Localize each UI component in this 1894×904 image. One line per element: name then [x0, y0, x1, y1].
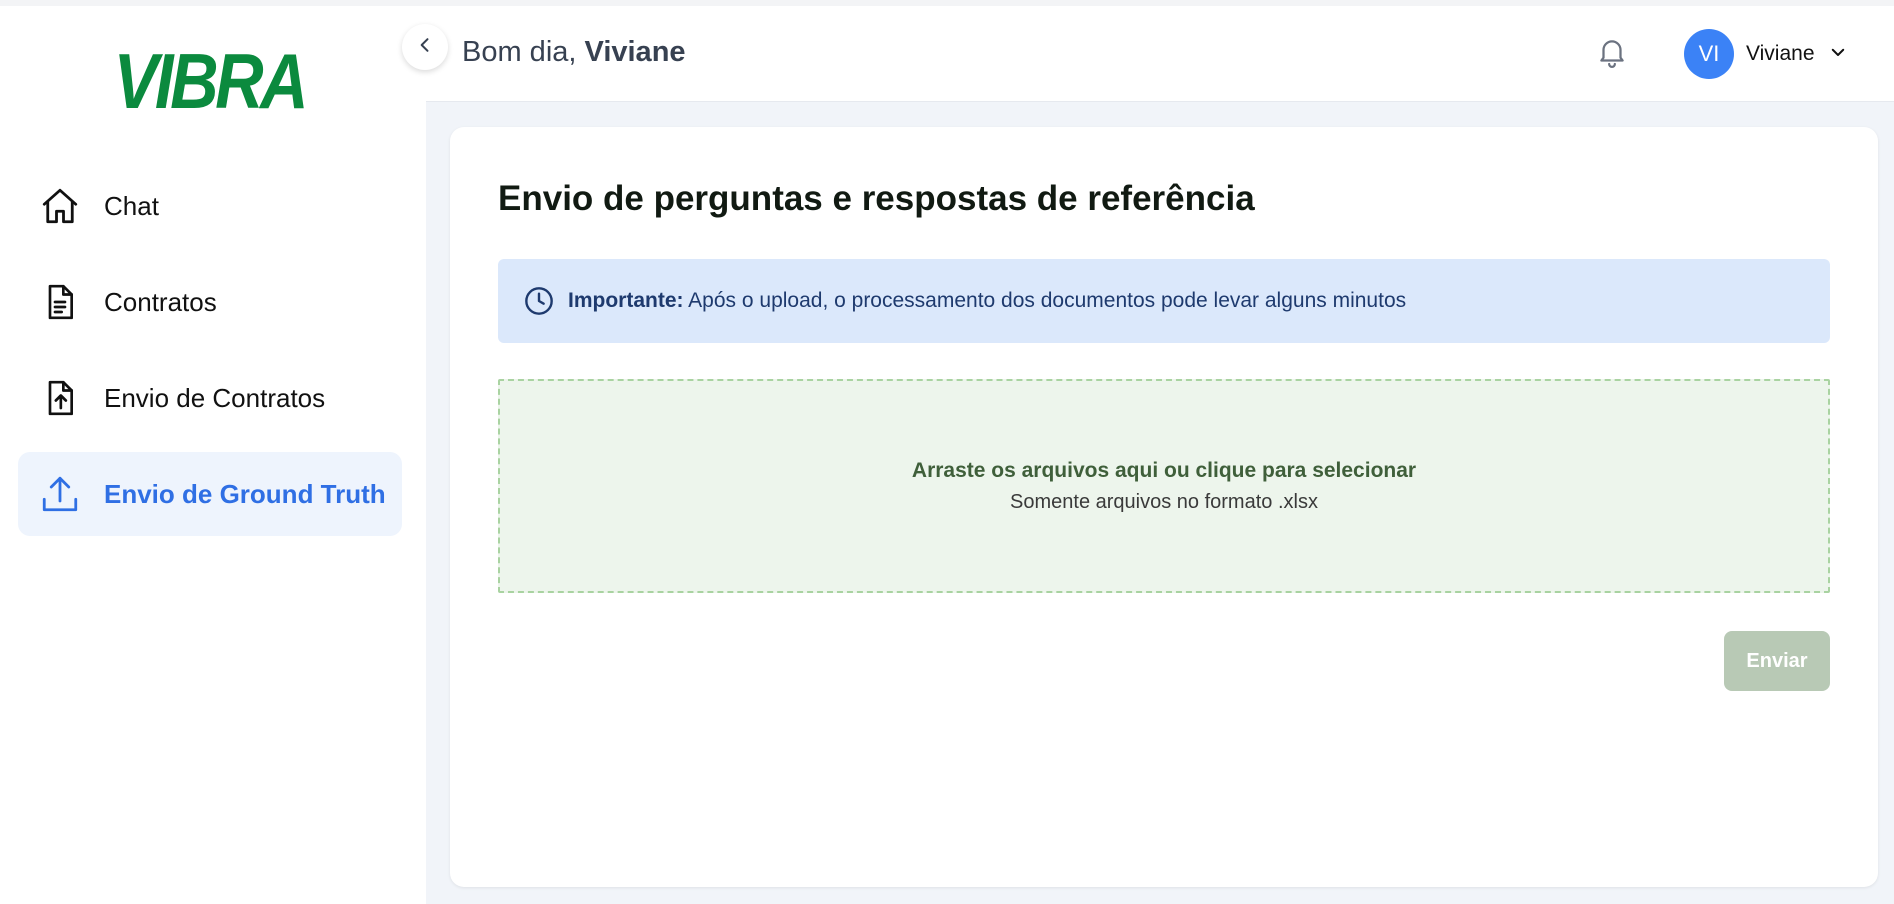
document-icon [38, 280, 82, 324]
page-title: Envio de perguntas e respostas de referê… [498, 179, 1255, 218]
chevron-down-icon [1829, 43, 1847, 66]
notifications-button[interactable] [1592, 34, 1632, 74]
chevron-left-icon [415, 35, 435, 60]
avatar: VI [1684, 29, 1734, 79]
bell-icon [1595, 35, 1629, 74]
sidebar-item-chat[interactable]: Chat [18, 164, 402, 248]
home-icon [38, 184, 82, 228]
upload-icon [38, 472, 82, 516]
sidebar: VIBRA Chat Contratos Envio de Contratos … [0, 6, 426, 904]
user-name: Viviane [1746, 42, 1815, 65]
sidebar-item-contratos[interactable]: Contratos [18, 260, 402, 344]
brand-logo-text: VIBRA [113, 37, 308, 125]
dropzone-subtitle: Somente arquivos no formato .xlsx [1010, 490, 1318, 513]
sidebar-item-envio-de-ground-truth[interactable]: Envio de Ground Truth [18, 452, 402, 536]
sidebar-item-label: Envio de Contratos [104, 382, 326, 413]
important-notice: Importante: Após o upload, o processamen… [498, 259, 1830, 343]
sidebar-item-envio-de-contratos[interactable]: Envio de Contratos [18, 356, 402, 440]
notice-text: Importante: Após o upload, o processamen… [568, 289, 1406, 313]
file-upload-icon [38, 376, 82, 420]
dropzone-title: Arraste os arquivos aqui ou clique para … [911, 458, 1417, 482]
notice-message: Após o upload, o processamento dos docum… [683, 289, 1407, 312]
greeting-name: Viviane [584, 36, 686, 68]
user-menu[interactable]: VI Viviane [1684, 29, 1847, 79]
greeting: Bom dia, Viviane [462, 36, 686, 69]
collapse-sidebar-button[interactable] [402, 24, 448, 70]
file-dropzone[interactable]: Arraste os arquivos aqui ou clique para … [498, 379, 1830, 593]
clock-icon [522, 284, 556, 318]
sidebar-nav: Chat Contratos Envio de Contratos Envio … [18, 164, 402, 548]
sidebar-item-label: Chat [104, 190, 159, 221]
notice-label: Importante: [568, 289, 684, 312]
greeting-prefix: Bom dia, [462, 36, 585, 68]
sidebar-item-label: Envio de Ground Truth [104, 478, 386, 509]
app-root: VIBRA Chat Contratos Envio de Contratos … [0, 0, 1894, 904]
sidebar-item-label: Contratos [104, 286, 217, 317]
brand-logo[interactable]: VIBRA [113, 42, 308, 120]
main-card: Envio de perguntas e respostas de referê… [450, 127, 1878, 887]
send-button[interactable]: Enviar [1724, 631, 1830, 691]
